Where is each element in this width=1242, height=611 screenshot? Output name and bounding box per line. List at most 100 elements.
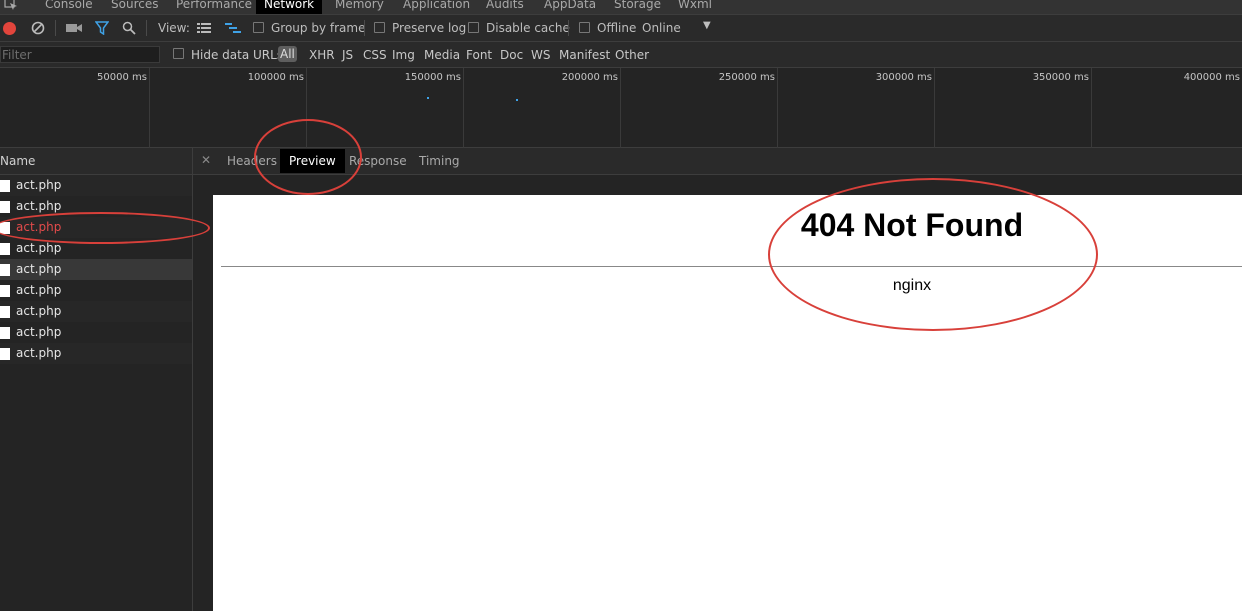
tab-preview[interactable]: Preview (280, 149, 345, 173)
filter-icon[interactable] (95, 21, 109, 35)
tab-network[interactable]: Network (256, 0, 323, 14)
search-icon[interactable] (122, 21, 136, 35)
filter-type-doc[interactable]: Doc (500, 48, 523, 62)
request-list: Name act.php act.php act.php act.php act… (0, 148, 193, 611)
divider (364, 20, 365, 36)
tab-response[interactable]: Response (340, 149, 416, 173)
timeline-tick: 50000 ms (0, 68, 150, 148)
tab-application[interactable]: Application (395, 0, 478, 14)
request-name: act.php (16, 283, 62, 297)
request-row[interactable]: act.php (0, 280, 192, 301)
request-name: act.php (16, 199, 62, 213)
close-icon[interactable]: ✕ (201, 153, 211, 167)
document-icon (0, 201, 10, 213)
request-row[interactable]: act.php (0, 343, 192, 364)
divider (221, 266, 1242, 267)
request-detail-panel: ✕ Headers Preview Response Timing 404 No… (193, 148, 1242, 611)
document-icon (0, 180, 10, 192)
hide-data-urls-label: Hide data URLs (191, 48, 284, 62)
waterfall-icon[interactable] (225, 23, 241, 34)
tab-storage[interactable]: Storage (606, 0, 669, 14)
request-row[interactable]: act.php (0, 301, 192, 322)
request-name: act.php (16, 325, 62, 339)
tab-wxml[interactable]: Wxml (670, 0, 720, 14)
request-row[interactable]: act.php (0, 238, 192, 259)
server-name: nginx (892, 277, 932, 294)
hide-data-urls-checkbox[interactable] (173, 48, 184, 59)
filter-type-js[interactable]: JS (342, 48, 353, 62)
tab-performance[interactable]: Performance (168, 0, 260, 14)
group-by-frame-checkbox[interactable] (253, 22, 264, 33)
name-column-header[interactable]: Name (0, 148, 192, 175)
record-button[interactable] (3, 22, 16, 35)
timeline-request-marker (427, 97, 429, 99)
view-label: View: (158, 21, 190, 35)
request-name: act.php (16, 304, 62, 318)
filter-type-css[interactable]: CSS (363, 48, 387, 62)
devtools-tabbar: Console Sources Performance Network Memo… (0, 0, 1242, 15)
timeline-tick: 100000 ms (150, 68, 307, 148)
document-icon (0, 264, 10, 276)
tick-label: 200000 ms (561, 72, 618, 83)
filter-type-manifest[interactable]: Manifest (559, 48, 610, 62)
throttling-select[interactable]: Online (642, 21, 681, 36)
preview-frame[interactable]: 404 Not Found nginx (213, 195, 1242, 611)
clear-icon[interactable] (31, 21, 45, 35)
tick-label: 400000 ms (1183, 72, 1240, 83)
timeline-overview[interactable]: 50000 ms 100000 ms 150000 ms 200000 ms 2… (0, 68, 1242, 148)
tab-headers[interactable]: Headers (218, 149, 286, 173)
filter-type-ws[interactable]: WS (531, 48, 550, 62)
tick-label: 150000 ms (404, 72, 461, 83)
tick-label: 100000 ms (247, 72, 304, 83)
tick-label: 250000 ms (718, 72, 775, 83)
filter-type-other[interactable]: Other (615, 48, 649, 62)
request-row-error[interactable]: act.php (0, 217, 192, 238)
disable-cache-checkbox[interactable] (468, 22, 479, 33)
request-name: act.php (16, 346, 62, 360)
offline-label: Offline (597, 21, 637, 35)
group-by-frame-label: Group by frame (271, 21, 366, 35)
document-icon (0, 306, 10, 318)
detail-tabbar: ✕ Headers Preview Response Timing (193, 148, 1242, 175)
filter-type-font[interactable]: Font (466, 48, 492, 62)
request-row[interactable]: act.php (0, 322, 192, 343)
divider (568, 20, 569, 36)
chevron-down-icon[interactable]: ▼ (703, 20, 711, 31)
tick-label: 50000 ms (97, 72, 147, 83)
tab-console[interactable]: Console (37, 0, 101, 14)
network-toolbar: View: Group by frame Preserve log Disabl… (0, 15, 1242, 42)
request-row[interactable]: act.php (0, 175, 192, 196)
large-rows-icon[interactable] (197, 23, 211, 33)
inspect-cursor-icon[interactable] (4, 0, 18, 11)
tab-audits[interactable]: Audits (478, 0, 532, 14)
filter-bar: Hide data URLs All XHR JS CSS Img Media … (0, 42, 1242, 68)
document-icon (0, 327, 10, 339)
tab-memory[interactable]: Memory (327, 0, 392, 14)
document-icon (0, 348, 10, 360)
tab-timing[interactable]: Timing (410, 149, 469, 173)
request-rows: act.php act.php act.php act.php act.php … (0, 175, 192, 364)
request-name: act.php (16, 220, 62, 234)
filter-type-media[interactable]: Media (424, 48, 460, 62)
document-icon (0, 243, 10, 255)
camera-icon[interactable] (66, 22, 82, 34)
timeline-tick: 200000 ms (464, 68, 621, 148)
document-icon (0, 285, 10, 297)
document-icon (0, 222, 10, 234)
tick-label: 350000 ms (1032, 72, 1089, 83)
request-row-selected[interactable]: act.php (0, 259, 192, 280)
timeline-request-marker (516, 99, 518, 101)
tab-appdata[interactable]: AppData (536, 0, 604, 14)
filter-type-xhr[interactable]: XHR (309, 48, 335, 62)
request-row[interactable]: act.php (0, 196, 192, 217)
offline-checkbox[interactable] (579, 22, 590, 33)
preserve-log-label: Preserve log (392, 21, 467, 35)
disable-cache-label: Disable cache (486, 21, 570, 35)
preserve-log-checkbox[interactable] (374, 22, 385, 33)
tab-sources[interactable]: Sources (103, 0, 166, 14)
filter-input[interactable] (0, 46, 160, 63)
filter-type-img[interactable]: Img (392, 48, 415, 62)
request-name: act.php (16, 241, 62, 255)
divider (146, 20, 147, 36)
filter-type-all[interactable]: All (278, 46, 297, 62)
